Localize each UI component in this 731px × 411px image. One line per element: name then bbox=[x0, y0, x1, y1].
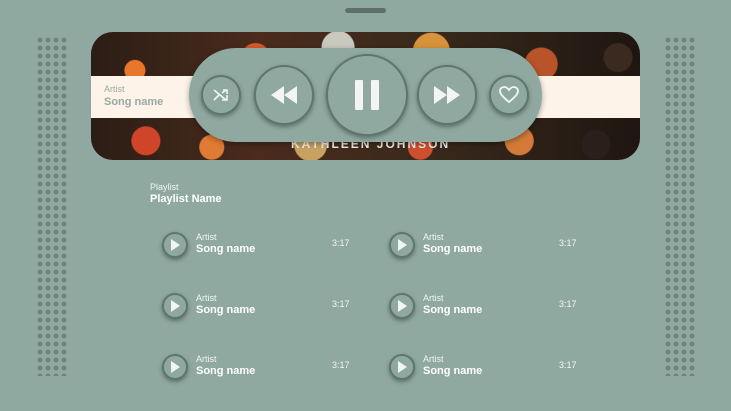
track-item[interactable]: Artist Song name 3:17 bbox=[162, 291, 362, 323]
track-item[interactable]: Artist Song name 3:17 bbox=[162, 230, 362, 262]
track-play-button[interactable] bbox=[389, 232, 415, 258]
track-item[interactable]: Artist Song name 3:17 bbox=[389, 230, 589, 262]
play-icon bbox=[171, 361, 180, 373]
drag-handle[interactable] bbox=[345, 8, 386, 13]
track-duration: 3:17 bbox=[332, 238, 350, 248]
speaker-grille-right bbox=[664, 36, 696, 376]
track-play-button[interactable] bbox=[162, 293, 188, 319]
track-song: Song name bbox=[196, 304, 256, 316]
now-playing-song: Song name bbox=[104, 96, 164, 108]
track-song: Song name bbox=[423, 365, 483, 377]
pause-icon bbox=[355, 80, 379, 110]
pause-button[interactable] bbox=[326, 54, 408, 136]
rewind-icon bbox=[271, 86, 297, 104]
shuffle-icon bbox=[213, 89, 228, 101]
track-duration: 3:17 bbox=[559, 238, 577, 248]
playlist-name: Playlist Name bbox=[150, 193, 222, 205]
track-artist: Artist bbox=[196, 293, 217, 303]
track-song: Song name bbox=[196, 365, 256, 377]
track-play-button[interactable] bbox=[389, 354, 415, 380]
track-artist: Artist bbox=[196, 232, 217, 242]
play-icon bbox=[171, 239, 180, 251]
track-duration: 3:17 bbox=[559, 360, 577, 370]
track-item[interactable]: Artist Song name 3:17 bbox=[389, 352, 589, 384]
track-duration: 3:17 bbox=[559, 299, 577, 309]
track-play-button[interactable] bbox=[162, 232, 188, 258]
track-play-button[interactable] bbox=[162, 354, 188, 380]
heart-icon bbox=[499, 86, 519, 104]
track-item[interactable]: Artist Song name 3:17 bbox=[389, 291, 589, 323]
track-song: Song name bbox=[196, 243, 256, 255]
favorite-button[interactable] bbox=[489, 75, 529, 115]
play-icon bbox=[398, 300, 407, 312]
play-icon bbox=[398, 239, 407, 251]
playback-controls bbox=[189, 48, 542, 142]
track-duration: 3:17 bbox=[332, 299, 350, 309]
play-icon bbox=[398, 361, 407, 373]
track-item[interactable]: Artist Song name 3:17 bbox=[162, 352, 362, 384]
shuffle-button[interactable] bbox=[201, 75, 241, 115]
track-artist: Artist bbox=[423, 354, 444, 364]
fast-forward-icon bbox=[434, 86, 460, 104]
track-song: Song name bbox=[423, 304, 483, 316]
track-artist: Artist bbox=[423, 232, 444, 242]
track-duration: 3:17 bbox=[332, 360, 350, 370]
track-artist: Artist bbox=[196, 354, 217, 364]
speaker-grille-left bbox=[36, 36, 68, 376]
play-icon bbox=[171, 300, 180, 312]
playlist-label: Playlist bbox=[150, 182, 179, 192]
rewind-button[interactable] bbox=[254, 65, 314, 125]
track-artist: Artist bbox=[423, 293, 444, 303]
track-song: Song name bbox=[423, 243, 483, 255]
fast-forward-button[interactable] bbox=[417, 65, 477, 125]
now-playing-artist: Artist bbox=[104, 84, 125, 94]
track-play-button[interactable] bbox=[389, 293, 415, 319]
